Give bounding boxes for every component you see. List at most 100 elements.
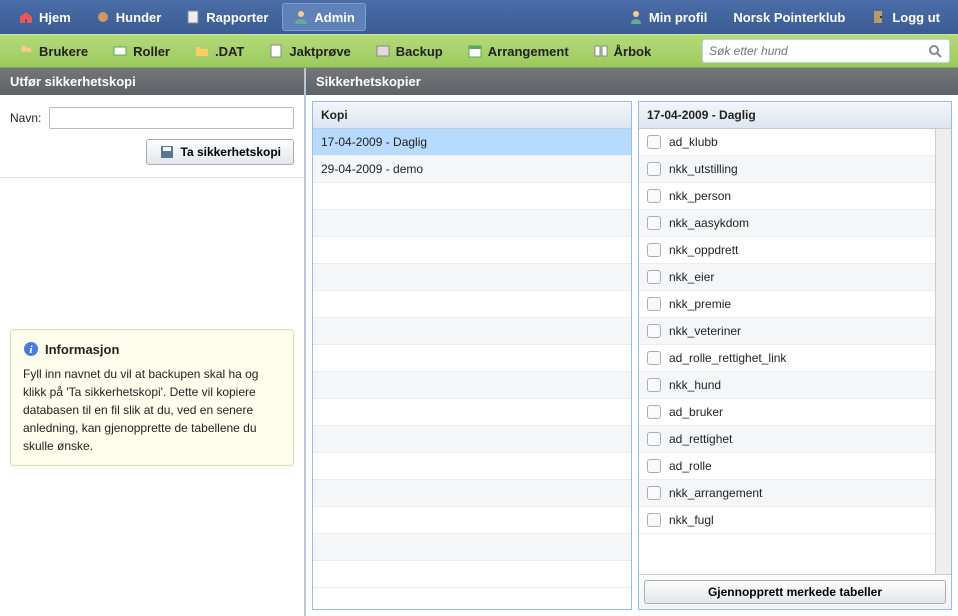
table-row[interactable]: ad_rolle_rettighet_link xyxy=(639,345,935,372)
table-row[interactable]: nkk_person xyxy=(639,183,935,210)
nav-profile[interactable]: Min profil xyxy=(618,4,718,30)
tables-rows: ad_klubbnkk_utstillingnkk_personnkk_aasy… xyxy=(639,129,935,574)
subnav-brukere[interactable]: Brukere xyxy=(8,39,98,63)
club-name: Norsk Pointerklub xyxy=(733,10,845,25)
copy-row[interactable] xyxy=(313,480,631,507)
nav-label: Min profil xyxy=(649,10,708,25)
table-checkbox[interactable] xyxy=(647,459,661,473)
table-row[interactable]: nkk_aasykdom xyxy=(639,210,935,237)
subnav-arrangement[interactable]: Arrangement xyxy=(457,39,579,63)
nav-label: Hunder xyxy=(116,10,162,25)
subnav-label: Roller xyxy=(133,44,170,59)
copy-row[interactable] xyxy=(313,534,631,561)
restore-bar: Gjennopprett merkede tabeller xyxy=(639,574,951,609)
right-panel-title: Sikkerhetskopier xyxy=(306,68,958,95)
table-row[interactable]: nkk_fugl xyxy=(639,507,935,534)
right-panel: Sikkerhetskopier Kopi 17-04-2009 - Dagli… xyxy=(306,68,958,616)
copy-row[interactable] xyxy=(313,264,631,291)
table-row[interactable]: nkk_premie xyxy=(639,291,935,318)
subnav-backup[interactable]: Backup xyxy=(365,39,453,63)
table-checkbox[interactable] xyxy=(647,486,661,500)
table-checkbox[interactable] xyxy=(647,378,661,392)
save-icon xyxy=(159,144,175,160)
copy-row[interactable] xyxy=(313,318,631,345)
info-icon: i xyxy=(23,341,39,357)
table-checkbox[interactable] xyxy=(647,405,661,419)
subnav-arbok[interactable]: Årbok xyxy=(583,39,662,63)
table-name: nkk_oppdrett xyxy=(669,243,738,257)
nav-label: Rapporter xyxy=(206,10,268,25)
copy-row[interactable] xyxy=(313,507,631,534)
nav-dogs[interactable]: Hunder xyxy=(85,4,172,30)
table-checkbox[interactable] xyxy=(647,324,661,338)
copy-row[interactable] xyxy=(313,372,631,399)
copy-row[interactable]: 17-04-2009 - Daglig xyxy=(313,129,631,156)
table-name: nkk_eier xyxy=(669,270,714,284)
nav-home[interactable]: Hjem xyxy=(8,4,81,30)
table-checkbox[interactable] xyxy=(647,243,661,257)
subnav-label: Jaktprøve xyxy=(289,44,350,59)
copy-row[interactable] xyxy=(313,291,631,318)
copy-row[interactable]: 29-04-2009 - demo xyxy=(313,156,631,183)
home-icon xyxy=(18,9,34,25)
table-name: ad_rolle xyxy=(669,459,712,473)
subnav-label: Årbok xyxy=(614,44,652,59)
table-checkbox[interactable] xyxy=(647,162,661,176)
nav-logout[interactable]: Logg ut xyxy=(861,4,950,30)
table-checkbox[interactable] xyxy=(647,351,661,365)
table-name: ad_bruker xyxy=(669,405,723,419)
report-icon xyxy=(185,9,201,25)
table-checkbox[interactable] xyxy=(647,270,661,284)
table-row[interactable]: nkk_utstilling xyxy=(639,156,935,183)
subnav-jaktprove[interactable]: Jaktprøve xyxy=(258,39,360,63)
copy-row[interactable] xyxy=(313,210,631,237)
table-row[interactable]: ad_rettighet xyxy=(639,426,935,453)
table-checkbox[interactable] xyxy=(647,216,661,230)
copy-row[interactable] xyxy=(313,399,631,426)
copy-row[interactable] xyxy=(313,345,631,372)
dog-icon xyxy=(95,9,111,25)
backup-icon xyxy=(375,43,391,59)
table-checkbox[interactable] xyxy=(647,432,661,446)
table-checkbox[interactable] xyxy=(647,513,661,527)
table-row[interactable]: nkk_oppdrett xyxy=(639,237,935,264)
tables-grid: 17-04-2009 - Daglig ad_klubbnkk_utstilli… xyxy=(638,101,952,610)
nav-admin[interactable]: Admin xyxy=(282,3,365,31)
table-row[interactable]: nkk_arrangement xyxy=(639,480,935,507)
book-icon xyxy=(593,43,609,59)
table-checkbox[interactable] xyxy=(647,297,661,311)
restore-button[interactable]: Gjennopprett merkede tabeller xyxy=(644,580,946,604)
subnav-label: .DAT xyxy=(215,44,244,59)
folder-icon xyxy=(194,43,210,59)
roles-icon xyxy=(112,43,128,59)
backup-form: Navn: Ta sikkerhetskopi xyxy=(0,95,304,178)
search-icon[interactable] xyxy=(927,43,943,59)
table-row[interactable]: nkk_veteriner xyxy=(639,318,935,345)
copy-row[interactable] xyxy=(313,561,631,588)
table-row[interactable]: ad_rolle xyxy=(639,453,935,480)
table-checkbox[interactable] xyxy=(647,135,661,149)
search-input[interactable] xyxy=(709,44,927,58)
table-row[interactable]: ad_bruker xyxy=(639,399,935,426)
sub-nav: Brukere Roller .DAT Jaktprøve Backup Arr… xyxy=(0,34,958,68)
table-name: nkk_premie xyxy=(669,297,731,311)
table-row[interactable]: ad_klubb xyxy=(639,129,935,156)
info-body: Fyll inn navnet du vil at backupen skal … xyxy=(23,365,281,455)
take-backup-button[interactable]: Ta sikkerhetskopi xyxy=(146,139,295,165)
copy-row[interactable] xyxy=(313,426,631,453)
table-checkbox[interactable] xyxy=(647,189,661,203)
table-row[interactable]: nkk_hund xyxy=(639,372,935,399)
table-row[interactable]: nkk_eier xyxy=(639,264,935,291)
copy-row[interactable] xyxy=(313,453,631,480)
subnav-dat[interactable]: .DAT xyxy=(184,39,254,63)
nav-reports[interactable]: Rapporter xyxy=(175,4,278,30)
scrollbar[interactable] xyxy=(935,129,951,574)
left-panel: Utfør sikkerhetskopi Navn: Ta sikkerhets… xyxy=(0,68,306,616)
user-icon xyxy=(628,9,644,25)
copy-label: 29-04-2009 - demo xyxy=(321,162,423,176)
restore-button-label: Gjennopprett merkede tabeller xyxy=(708,585,882,599)
name-input[interactable] xyxy=(49,107,294,129)
copy-row[interactable] xyxy=(313,183,631,210)
copy-row[interactable] xyxy=(313,237,631,264)
subnav-roller[interactable]: Roller xyxy=(102,39,180,63)
